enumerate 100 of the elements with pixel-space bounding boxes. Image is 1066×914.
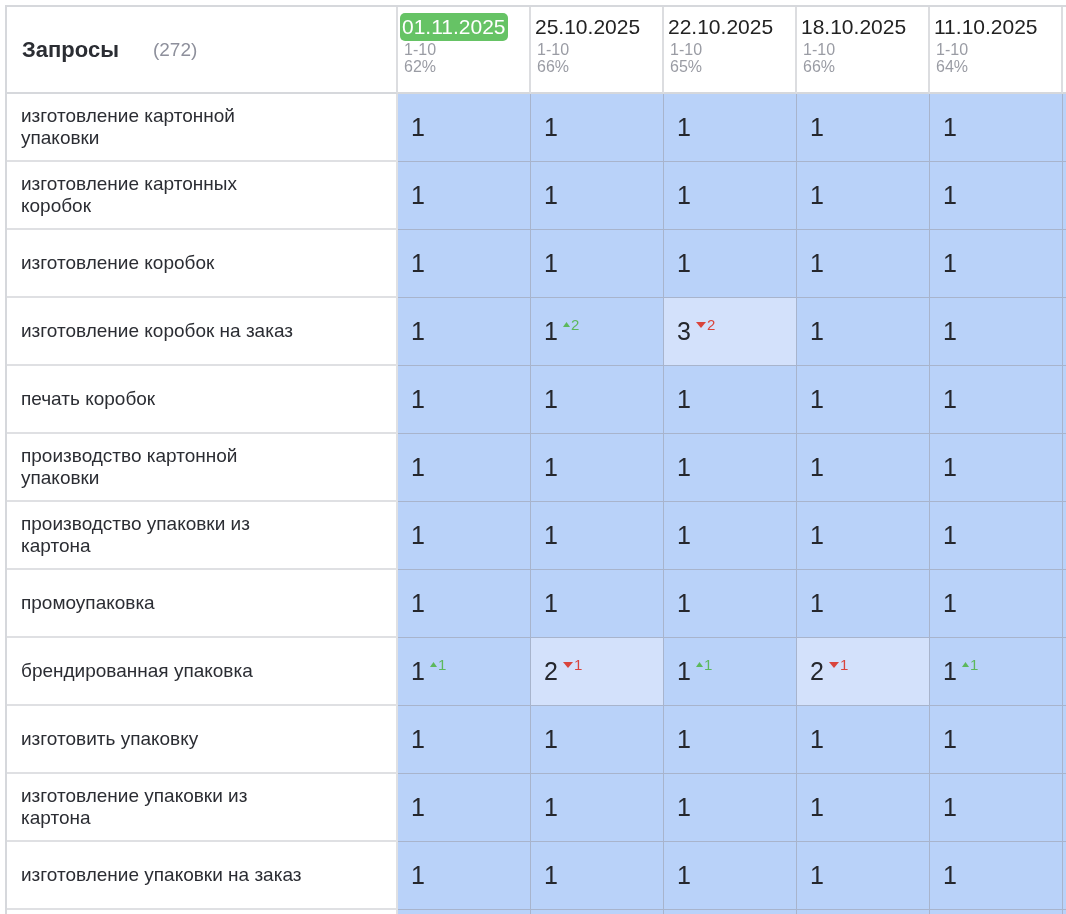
position-value: 1: [677, 861, 691, 890]
position-value: 1: [810, 725, 824, 754]
position-value: 2: [810, 657, 824, 686]
position-value: 1: [544, 725, 558, 754]
position-value: 1: [544, 317, 558, 346]
column-date[interactable]: 18.10.2025: [799, 13, 909, 41]
position-value: 1: [943, 725, 957, 754]
query-text: изготовление коробок: [21, 252, 216, 274]
position-range: 1-10: [803, 41, 837, 58]
visibility-share: 64%: [936, 58, 970, 75]
query-text: изготовление картонных коробок: [21, 173, 238, 217]
position-change: 1: [429, 656, 447, 673]
position-value: 1: [810, 317, 824, 346]
up-triangle-icon: [961, 662, 969, 667]
position-value: 1: [544, 385, 558, 414]
position-value: 1: [544, 113, 558, 142]
position-value: 2: [544, 657, 558, 686]
column-date[interactable]: 11.10.2025: [932, 13, 1040, 41]
position-value: 1: [943, 657, 957, 686]
up-triangle-icon: [429, 662, 437, 667]
column-date[interactable]: 22.10.2025: [666, 13, 776, 41]
position-value: 3: [677, 317, 691, 346]
position-value: 1: [943, 521, 957, 550]
position-value: 1: [544, 181, 558, 210]
position-value: 1: [943, 453, 957, 482]
position-change: 1: [828, 656, 849, 673]
position-value: 1: [411, 317, 425, 346]
position-value: 1: [677, 113, 691, 142]
position-value: 1: [411, 521, 425, 550]
position-value: 1: [544, 453, 558, 482]
position-value: 1: [411, 181, 425, 210]
position-value: 1: [411, 589, 425, 618]
position-range: 1-10: [537, 41, 571, 58]
query-text: изготовление картонной упаковки: [21, 105, 236, 149]
position-value: 1: [943, 793, 957, 822]
query-text: изготовление упаковки из картона: [21, 785, 249, 829]
position-value: 1: [411, 453, 425, 482]
position-value: 1: [677, 589, 691, 618]
position-value: 1: [677, 453, 691, 482]
position-range: 1-10: [936, 41, 970, 58]
up-triangle-icon: [695, 662, 703, 667]
position-change: 1: [562, 656, 583, 673]
position-value: 1: [943, 385, 957, 414]
query-text: брендированная упаковка: [21, 660, 254, 682]
down-triangle-icon: [695, 321, 706, 328]
query-text: производство упаковки из картона: [21, 513, 251, 557]
down-triangle-icon: [828, 661, 839, 668]
query-text: печать коробок: [21, 388, 157, 410]
position-value: 1: [544, 249, 558, 278]
position-change: 1: [695, 656, 713, 673]
position-value: 1: [810, 249, 824, 278]
position-value: 1: [943, 589, 957, 618]
query-text: производство картонной упаковки: [21, 445, 239, 489]
query-text: изготовление упаковки на заказ: [21, 864, 303, 886]
table-title: Запросы: [22, 36, 119, 63]
visibility-share: 66%: [537, 58, 571, 75]
position-value: 1: [810, 385, 824, 414]
position-value: 1: [411, 793, 425, 822]
position-value: 1: [411, 385, 425, 414]
position-value: 1: [810, 861, 824, 890]
position-range: 1-10: [670, 41, 704, 58]
position-change: 1: [961, 656, 979, 673]
position-value: 1: [810, 453, 824, 482]
query-text: изготовить упаковку: [21, 728, 200, 750]
visibility-share: 62%: [404, 58, 438, 75]
position-value: 1: [544, 521, 558, 550]
up-triangle-icon: [562, 322, 570, 327]
position-value: 1: [677, 793, 691, 822]
position-value: 1: [943, 249, 957, 278]
position-value: 1: [411, 249, 425, 278]
column-date[interactable]: 25.10.2025: [533, 13, 643, 41]
position-value: 1: [411, 113, 425, 142]
position-value: 1: [810, 113, 824, 142]
position-value: 1: [544, 589, 558, 618]
query-count: (272): [152, 38, 198, 61]
position-value: 1: [677, 657, 691, 686]
position-value: 1: [677, 249, 691, 278]
position-value: 1: [544, 861, 558, 890]
position-value: 1: [810, 181, 824, 210]
position-value: 1: [677, 521, 691, 550]
position-value: 1: [943, 317, 957, 346]
position-value: 1: [943, 861, 957, 890]
position-value: 1: [544, 793, 558, 822]
query-text: промоупаковка: [21, 592, 156, 614]
position-value: 1: [677, 181, 691, 210]
position-value: 1: [411, 657, 425, 686]
position-value: 1: [943, 181, 957, 210]
position-value: 1: [810, 521, 824, 550]
query-text: изготовление коробок на заказ: [21, 320, 294, 342]
position-value: 1: [810, 589, 824, 618]
position-value: 1: [411, 861, 425, 890]
position-value: 1: [677, 385, 691, 414]
position-change: 2: [562, 316, 580, 333]
down-triangle-icon: [562, 661, 573, 668]
position-value: 1: [677, 725, 691, 754]
position-value: 1: [943, 113, 957, 142]
position-value: 1: [411, 725, 425, 754]
position-value: 1: [810, 793, 824, 822]
visibility-share: 65%: [670, 58, 704, 75]
visibility-share: 66%: [803, 58, 837, 75]
